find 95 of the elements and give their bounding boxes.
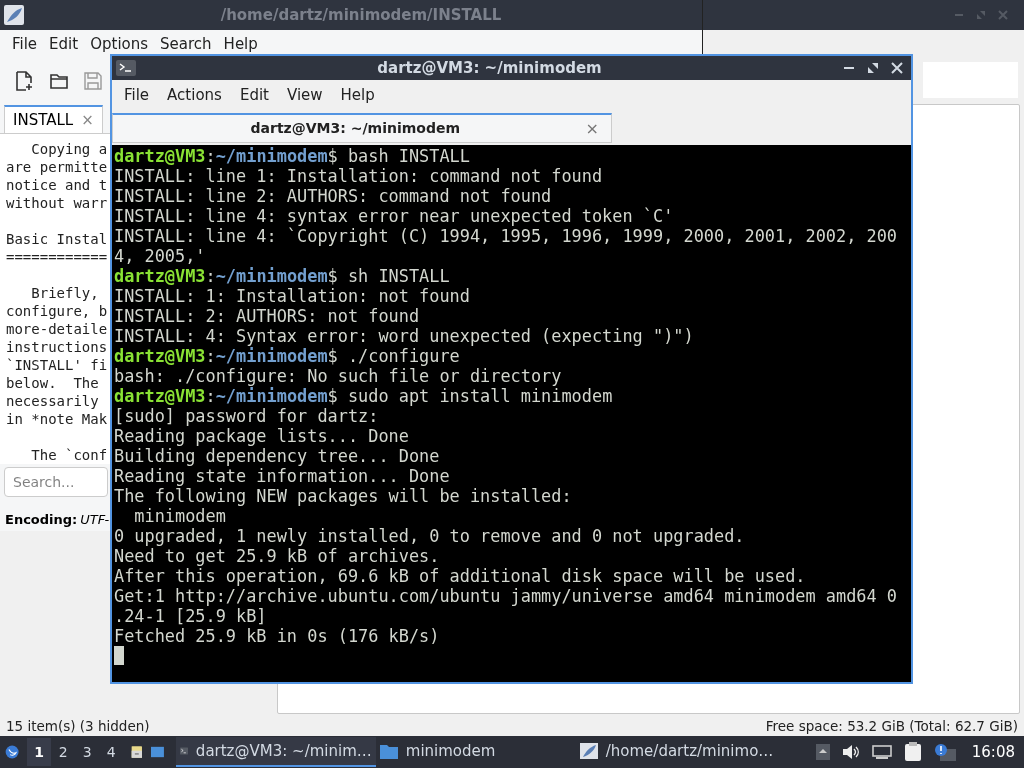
prompt-path: ~/minimodem <box>215 346 328 366</box>
command-text: $ bash INSTALL <box>327 146 470 166</box>
prompt-path: ~/minimodem <box>215 146 328 166</box>
window-title: /home/dartz/minimodem/INSTALL <box>219 4 503 26</box>
feather-icon <box>4 5 24 25</box>
text-line: Basic Instal <box>6 230 108 248</box>
output-line: INSTALL: 2: AUTHORS: not found <box>114 306 421 326</box>
output-line: INSTALL: 4: Syntax error: word unexpected (expecting ")") <box>114 326 695 346</box>
prompt-separator: : <box>205 266 216 286</box>
output-line: INSTALL: line 4: `Copyright (C) 1994, 1995, 1996, 1999, 2000, 2001, 2002, 200 <box>114 226 898 246</box>
close-tab-button[interactable]: × <box>81 108 94 132</box>
menu-item[interactable]: Edit <box>43 32 85 56</box>
text-line: ============ <box>6 248 108 266</box>
menu-item[interactable]: Actions <box>161 84 228 107</box>
menu-item[interactable]: Search <box>154 32 218 56</box>
output-line: minimodem <box>133 506 227 526</box>
command-text: $ sh INSTALL <box>327 266 450 286</box>
text-line: without warr <box>6 194 108 212</box>
terminal-icon <box>116 60 136 76</box>
output-line: Fetched 25.9 kB in 0s (176 kB/s) <box>114 626 441 646</box>
menu-item[interactable]: View <box>280 84 329 107</box>
text-line: are permitte <box>6 158 108 176</box>
text-cursor <box>114 646 124 665</box>
output-line: The following NEW packages will be installed: <box>114 486 573 506</box>
command-text: $ ./configure <box>327 346 460 366</box>
close-tab-button[interactable]: × <box>585 116 599 141</box>
text-line: in *note Mak <box>6 410 108 428</box>
output-line: After this operation, 69.6 kB of additional disk space will be used. <box>114 566 807 586</box>
network-icon[interactable] <box>871 744 892 760</box>
output-line: Reading package lists... Done <box>114 426 410 446</box>
text-line: instructions <box>6 338 108 356</box>
free-space: Free space: 53.2 GiB (Total: 62.7 GiB) <box>765 716 1018 736</box>
folder-icon[interactable] <box>50 73 68 89</box>
text-line: Copying a <box>30 140 108 158</box>
terminal-tab[interactable]: dartz@VM3: ~/minimodem × <box>112 113 612 143</box>
task-button[interactable]: dartz@VM3: ~/minim… <box>175 737 376 767</box>
new-file-icon[interactable] <box>16 71 34 91</box>
encoding-label: Encoding: <box>5 511 78 529</box>
search-field[interactable]: Search... <box>4 467 108 497</box>
speaker-icon[interactable] <box>841 744 860 760</box>
task-button[interactable]: /home/dartz/minimo… <box>575 737 816 767</box>
output-line: Reading state information... Done <box>114 466 451 486</box>
output-line: INSTALL: line 2: AUTHORS: command not found <box>114 186 553 206</box>
output-line: Get:1 http://archive.ubuntu.com/ubuntu jammy/universe amd64 minimodem amd64 0 <box>114 586 898 606</box>
prompt-separator: : <box>205 346 216 366</box>
output-line: bash: ./configure: No such file or directory <box>114 366 563 386</box>
command-text: $ sudo apt install minimodem <box>327 386 613 406</box>
task-button[interactable]: minimodem <box>375 737 576 767</box>
text-line: `INSTALL' fi <box>6 356 108 374</box>
output-line: INSTALL: line 1: Installation: command not found <box>114 166 604 186</box>
text-line: necessarily <box>6 392 100 410</box>
prompt-user: dartz@VM3 <box>114 146 206 166</box>
menu-item[interactable]: File <box>118 84 156 107</box>
restore-icon[interactable] <box>867 62 879 74</box>
prompt-separator: : <box>205 386 216 406</box>
text-line: notice and t <box>6 176 108 194</box>
menu-item[interactable]: File <box>6 32 44 56</box>
item-count: 15 item(s) (3 hidden) <box>6 716 150 736</box>
output-line: [sudo] password for dartz: <box>114 406 380 426</box>
workspace-button[interactable]: 4 <box>99 738 124 766</box>
text-line: configure, b <box>6 302 108 320</box>
encoding-value: UTF- <box>80 511 110 529</box>
window-title: dartz@VM3: ~/minimodem <box>376 57 603 79</box>
tab-label: dartz@VM3: ~/minimodem <box>249 119 462 138</box>
folder-icon <box>379 743 398 759</box>
workspace-button[interactable]: 2 <box>51 738 76 766</box>
prompt-user: dartz@VM3 <box>114 386 206 406</box>
menu-item[interactable]: Help <box>217 32 264 56</box>
menu-item[interactable]: Help <box>334 84 381 107</box>
workspace-button[interactable]: 3 <box>75 738 100 766</box>
text-line: below. The <box>6 374 100 392</box>
clipboard-icon[interactable] <box>903 742 922 762</box>
output-line: INSTALL: 1: Installation: not found <box>114 286 471 306</box>
tab-label: INSTALL <box>13 109 74 131</box>
output-line: .24-1 [25.9 kB] <box>114 606 268 626</box>
clock: 16:08 <box>971 741 1015 763</box>
prompt-path: ~/minimodem <box>215 266 328 286</box>
text-line: Briefly, <box>30 284 100 302</box>
menu-item[interactable]: Edit <box>233 84 275 107</box>
output-line: 0 upgraded, 1 newly installed, 0 to remove and 0 not upgraded. <box>114 526 746 546</box>
file-tab[interactable]: INSTALL × <box>4 105 103 133</box>
prompt-path: ~/minimodem <box>215 386 328 406</box>
output-line: Building dependency tree... Done <box>114 446 441 466</box>
workspace-button[interactable]: 1 <box>27 738 52 766</box>
output-line: 4, 2005,' <box>114 246 207 266</box>
output-line: INSTALL: line 4: syntax error near unexpected token `C' <box>114 206 675 226</box>
text-line: The `conf <box>30 446 108 464</box>
prompt-separator: : <box>205 146 216 166</box>
menu-item[interactable]: Options <box>84 32 155 56</box>
notification-icon[interactable] <box>933 743 956 761</box>
output-line: Need to get 25.9 kB of archives. <box>114 546 441 566</box>
prompt-user: dartz@VM3 <box>114 266 206 286</box>
prompt-user: dartz@VM3 <box>114 346 206 366</box>
text-line: more-detaile <box>6 320 108 338</box>
feather-icon <box>579 743 598 759</box>
